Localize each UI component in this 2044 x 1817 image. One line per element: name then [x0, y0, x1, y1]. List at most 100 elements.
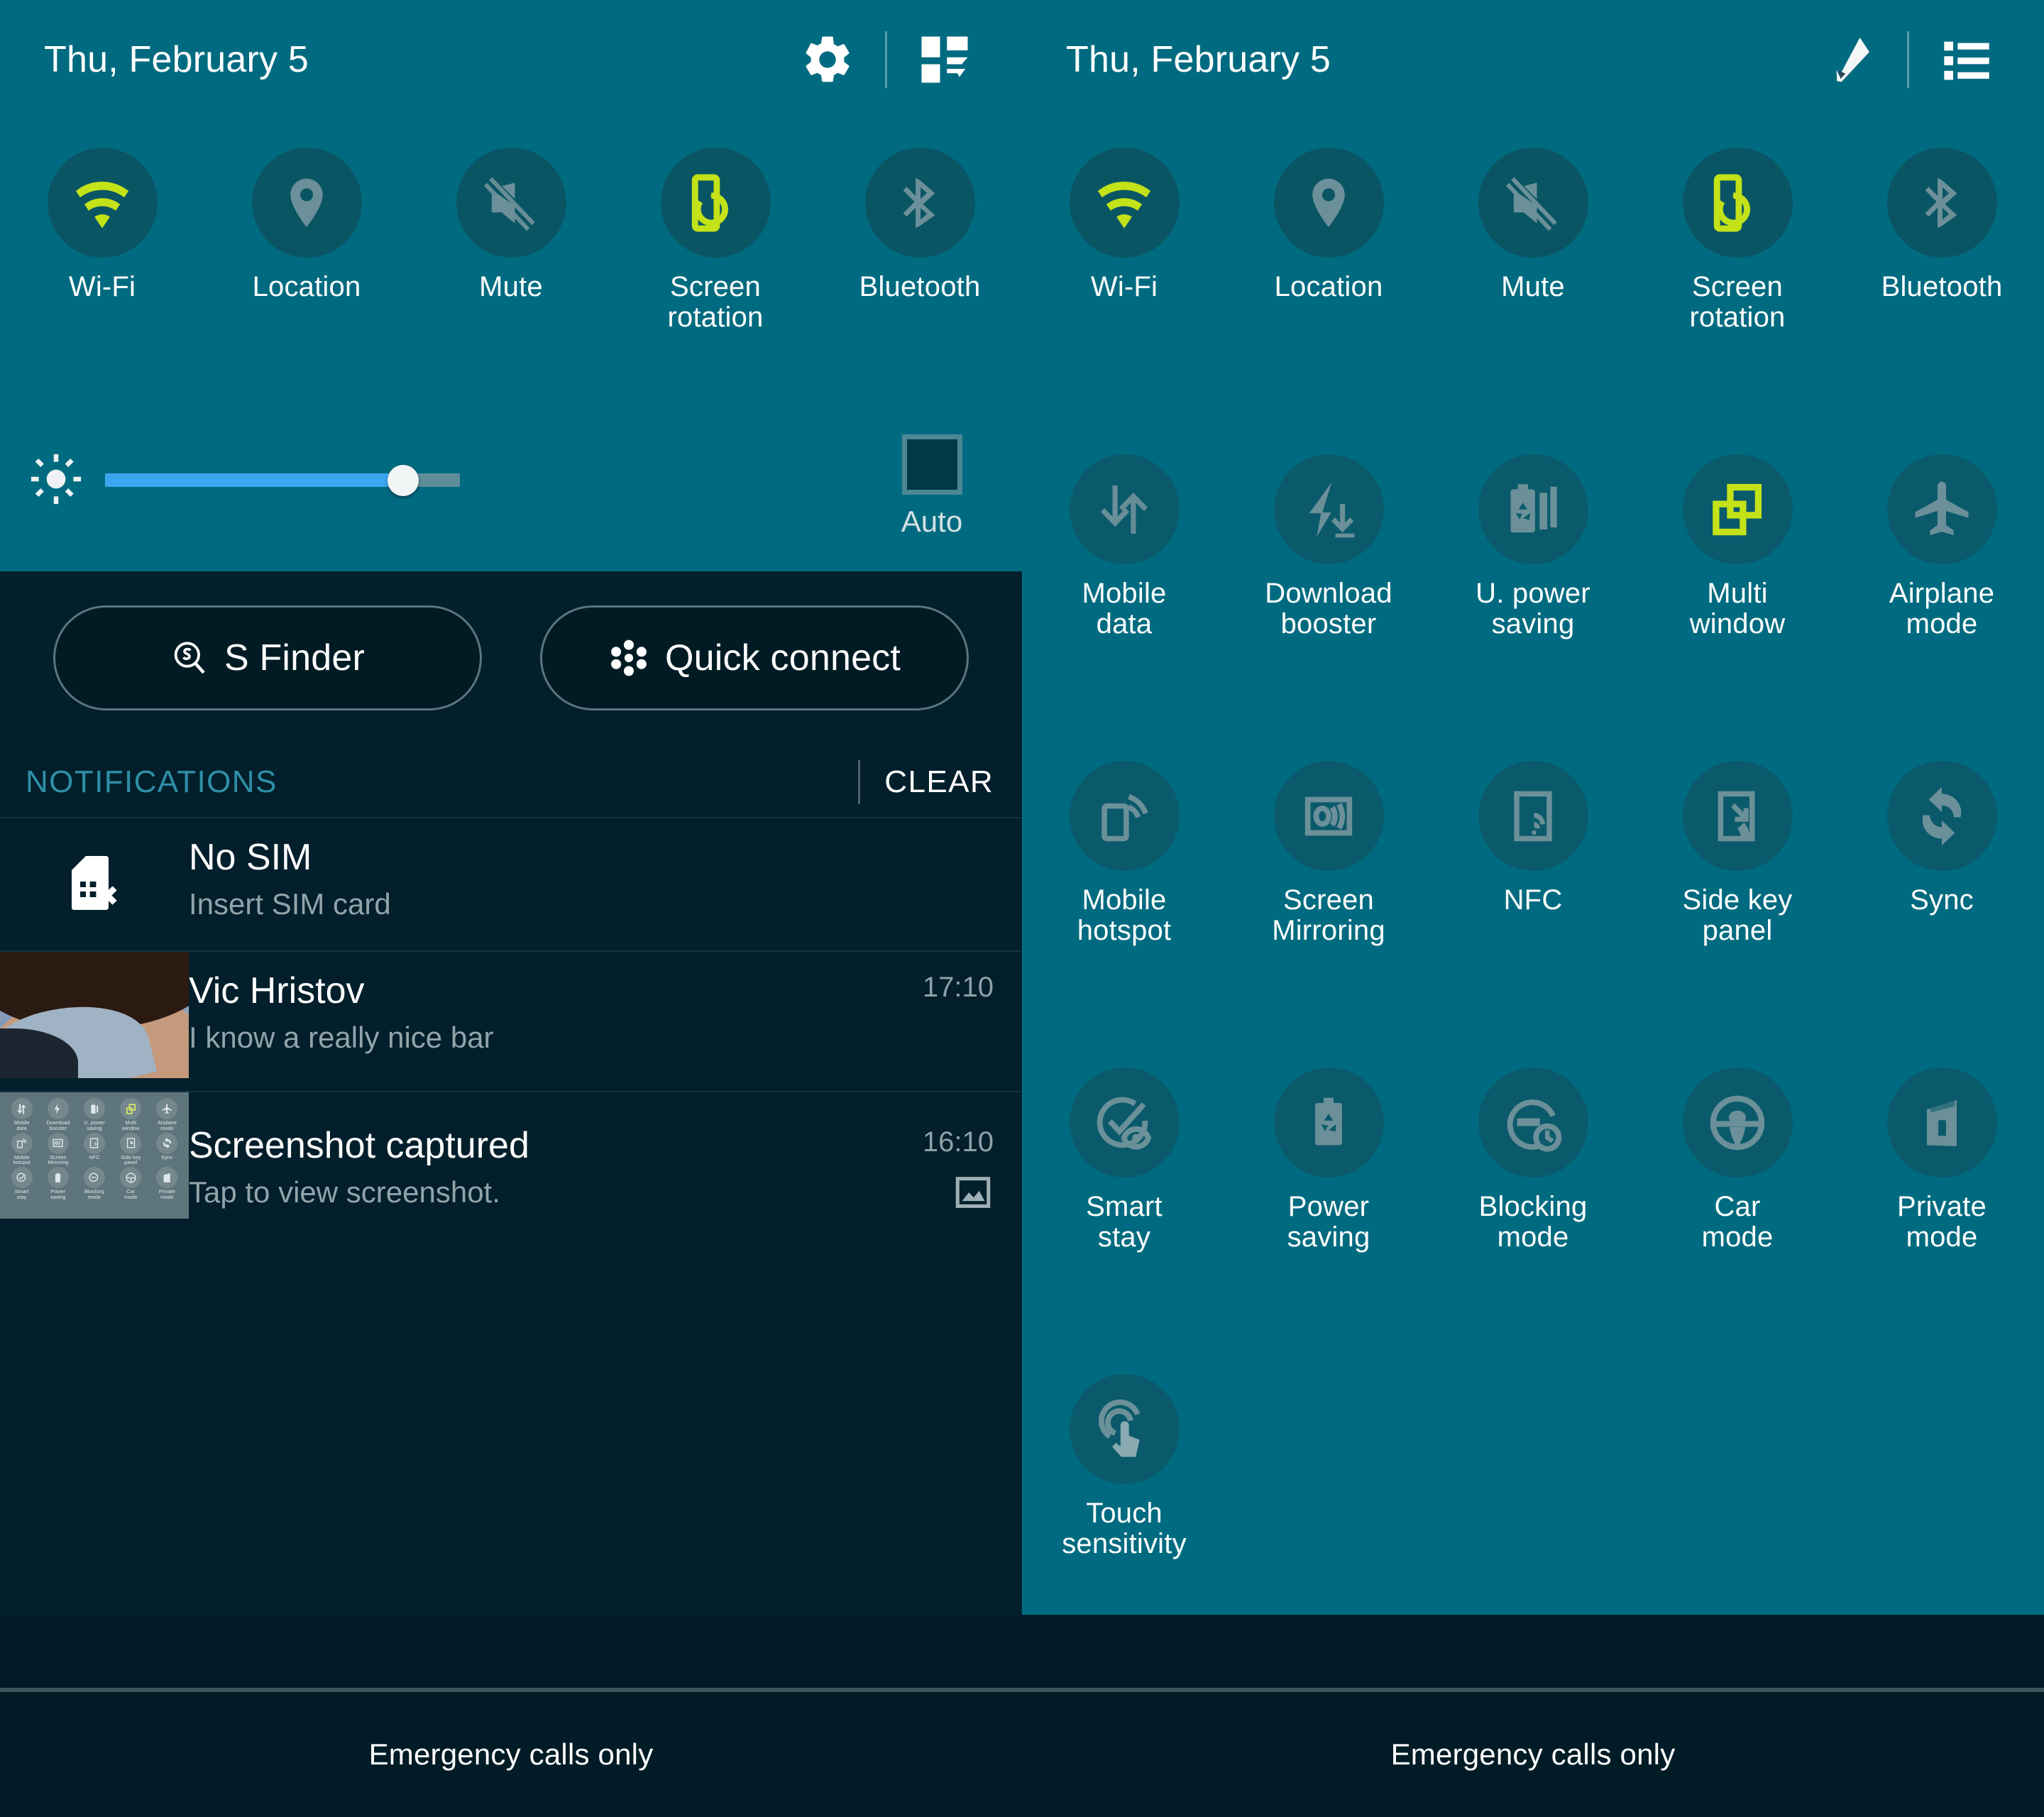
notification-body: No SIM Insert SIM card [189, 818, 1022, 950]
list-view-icon[interactable] [1928, 21, 2006, 99]
toggle-multi-window[interactable]: Multi window [1635, 454, 1840, 639]
toggle-blocking-mode[interactable]: Blocking mode [1431, 1067, 1635, 1253]
brightness-slider-fill [105, 473, 403, 487]
toggle-circle [1683, 761, 1793, 871]
toggle-label: Mobile data [1082, 578, 1166, 639]
mini-label: Side key panel [121, 1155, 141, 1166]
mini-label: Multi window [122, 1120, 140, 1131]
toggle-label: Car mode [1702, 1192, 1774, 1253]
blocking-mode-icon [1501, 1091, 1565, 1155]
notification-item-message[interactable]: Vic Hristov I know a really nice bar 17:… [0, 950, 1022, 1091]
toggle-circle [1274, 454, 1384, 564]
toggle-label: Bluetooth [859, 272, 981, 302]
sync-icon [1911, 785, 1973, 847]
toggle-bluetooth[interactable]: Bluetooth [1840, 148, 2044, 333]
toggle-power-saving[interactable]: Power saving [1226, 1067, 1431, 1253]
quick-connect-button[interactable]: Quick connect [540, 605, 969, 710]
s-finder-button[interactable]: S Finder [53, 605, 482, 710]
toggle-mute[interactable]: Mute [1431, 148, 1635, 333]
gear-icon[interactable] [789, 21, 867, 99]
toggle-smart-stay[interactable]: Smart stay [1022, 1067, 1226, 1253]
toggle-car-mode[interactable]: Car mode [1635, 1067, 1840, 1253]
multi-window-icon [1707, 479, 1768, 540]
toggle-circle [1070, 761, 1180, 871]
toggle-mobile-hotspot[interactable]: Mobile hotspot [1022, 761, 1226, 946]
side-key-panel-icon [1707, 786, 1768, 847]
toggle-mobile-data[interactable]: Mobile data [1022, 454, 1226, 639]
mini-label: Blocking mode [84, 1189, 104, 1200]
toggle-empty-slot [1431, 1374, 1635, 1559]
image-icon[interactable] [952, 1172, 994, 1213]
smart-stay-icon [1092, 1091, 1156, 1155]
pencil-edit-icon[interactable] [1811, 21, 1889, 99]
toggle-download-booster[interactable]: Download booster [1226, 454, 1431, 639]
notification-time: 16:10 [923, 1126, 994, 1158]
bottom-status-bar: Emergency calls only Emergency calls onl… [0, 1688, 2044, 1817]
mini-label: U. power saving [84, 1120, 105, 1131]
right-date-label: Thu, February 5 [1066, 38, 1331, 81]
brightness-icon [28, 451, 84, 507]
toggle-screen-rotation[interactable]: Screen rotation [613, 148, 818, 333]
toggle-wifi[interactable]: Wi-Fi [0, 148, 204, 333]
clear-all-button[interactable]: CLEAR [884, 764, 994, 800]
mobile-hotspot-icon [11, 1133, 33, 1154]
notifications-title: NOTIFICATIONS [26, 764, 278, 800]
toggle-bluetooth[interactable]: Bluetooth [818, 148, 1022, 333]
brightness-slider-handle[interactable] [388, 465, 419, 496]
toggle-label: Mobile hotspot [1077, 885, 1172, 946]
mini-cell: Private mode [150, 1167, 185, 1200]
power-saving-icon [48, 1167, 69, 1188]
toggle-mute[interactable]: Mute [409, 148, 613, 333]
toggle-ultra-power-saving[interactable]: U. power saving [1431, 454, 1635, 639]
toggle-grid-icon[interactable] [906, 21, 984, 99]
screen-rotation-icon [683, 170, 748, 236]
notification-item-screenshot[interactable]: Mobile data Download booster U. power sa… [0, 1091, 1022, 1230]
toggle-circle [1478, 761, 1588, 871]
toggle-circle [1887, 761, 1997, 871]
toggle-circle [1887, 1067, 1997, 1178]
multi-window-icon [120, 1098, 141, 1119]
notification-item-no-sim[interactable]: No SIM Insert SIM card [0, 817, 1022, 950]
location-pin-icon [1299, 173, 1358, 233]
toggle-private-mode[interactable]: Private mode [1840, 1067, 2044, 1253]
auto-brightness-group[interactable]: Auto [886, 434, 978, 539]
brightness-slider[interactable] [105, 473, 460, 487]
toggle-screen-mirroring[interactable]: Screen Mirroring [1226, 761, 1431, 946]
toggle-location[interactable]: Location [204, 148, 409, 333]
toggle-label: Mute [479, 272, 543, 302]
mute-icon [480, 172, 542, 234]
notification-time: 17:10 [923, 972, 994, 1004]
toggle-label: Screen rotation [667, 272, 763, 333]
image-icon-glyph [952, 1172, 994, 1213]
mini-cell: U. power saving [77, 1098, 111, 1131]
mini-cell: Download booster [40, 1098, 75, 1131]
left-toggle-row-1: Wi-Fi Location [0, 148, 1022, 333]
notifications-header: NOTIFICATIONS CLEAR [0, 750, 1022, 814]
right-quick-settings-panel: Thu, February 5 [1022, 0, 2044, 1615]
toggle-airplane-mode[interactable]: Airplane mode [1840, 454, 2044, 639]
toggle-side-key-panel[interactable]: Side key panel [1635, 761, 1840, 946]
auto-brightness-checkbox[interactable] [902, 434, 962, 495]
toggle-location[interactable]: Location [1226, 148, 1431, 333]
toggle-wifi[interactable]: Wi-Fi [1022, 148, 1226, 333]
toggle-label: Power saving [1287, 1192, 1370, 1253]
toggle-circle [1274, 1067, 1384, 1178]
mini-cell: NFC [77, 1133, 111, 1166]
toggle-screen-rotation[interactable]: Screen rotation [1635, 148, 1840, 333]
mini-cell: Blocking mode [77, 1167, 111, 1200]
wifi-icon [70, 171, 134, 235]
screenshot-thumbnail[interactable]: Mobile data Download booster U. power sa… [0, 1092, 189, 1219]
mobile-hotspot-icon [1094, 786, 1155, 847]
mini-cell: Screen Mirroring [40, 1133, 75, 1166]
mobile-data-icon [11, 1098, 33, 1119]
toggle-nfc[interactable]: NFC [1431, 761, 1635, 946]
toggle-sync[interactable]: Sync [1840, 761, 2044, 946]
toggle-touch-sensitivity[interactable]: Touch sensitivity [1022, 1374, 1226, 1559]
quick-settings-screenshot: Thu, February 5 [0, 0, 2044, 1817]
ultra-power-saving-icon [1502, 479, 1564, 540]
toggle-circle [1478, 1067, 1588, 1178]
right-toggle-row-2: Mobile data Download booster [1022, 454, 2044, 639]
wifi-icon [1092, 171, 1156, 235]
bluetooth-icon [890, 173, 950, 233]
toggle-label: Multi window [1690, 578, 1786, 639]
